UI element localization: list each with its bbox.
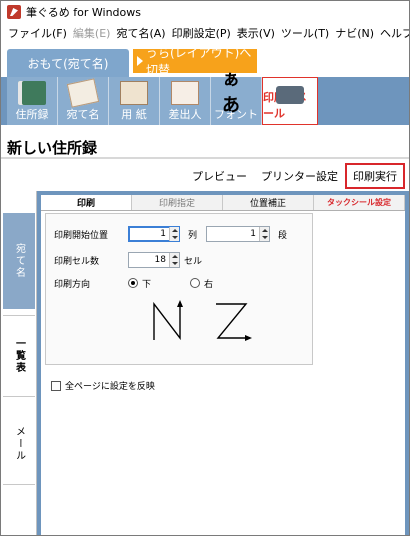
triangle-right-icon <box>137 56 143 66</box>
spin-up-icon[interactable] <box>170 227 179 234</box>
toolbar-sender-button[interactable]: 差出人 <box>160 77 211 125</box>
toolbar-paper-button[interactable]: 用 紙 <box>109 77 160 125</box>
cell-count-spin <box>169 253 179 267</box>
print-panel: 印刷 印刷指定 位置補正 タックシール設定 印刷開始位置 1 列 1 段 印刷セ… <box>37 191 409 535</box>
cell-count-label: 印刷セル数 <box>54 257 100 267</box>
start-position-label: 印刷開始位置 <box>54 231 109 241</box>
menu-tools[interactable]: ツール(T) <box>278 25 332 41</box>
tab-print-spec[interactable]: 印刷指定 <box>132 195 223 210</box>
right-direction-diagram <box>216 303 252 341</box>
side-tab-mail[interactable]: メール <box>3 403 35 485</box>
printer-settings-button[interactable]: プリンター設定 <box>254 165 345 187</box>
tab-tack-seal-settings[interactable]: タックシール設定 <box>314 195 405 210</box>
direction-down-label: 下 <box>142 280 152 290</box>
side-tab-list[interactable]: 一覧表 <box>3 315 35 397</box>
main-toolbar: 住所録 宛て名 用 紙 差出人 ぁあ フォント 印刷・メール <box>1 69 409 125</box>
apply-all-pages-label: 全ページに設定を反映 <box>65 382 155 392</box>
address-card-icon <box>66 78 100 108</box>
column-unit-label: 段 <box>278 231 288 241</box>
app-logo-icon <box>7 5 21 19</box>
menu-print-settings[interactable]: 印刷設定(P) <box>169 25 234 41</box>
cell-count-unit: セル <box>184 257 203 267</box>
toolbar-label: 用 紙 <box>121 108 147 121</box>
start-column-spin <box>259 227 269 241</box>
print-settings-group: 印刷開始位置 1 列 1 段 印刷セル数 18 セル 印刷方向 下 右 <box>45 213 313 365</box>
menu-edit[interactable]: 編集(E) <box>70 25 114 41</box>
font-icon: ぁあ <box>222 69 240 116</box>
address-book-icon <box>18 81 46 105</box>
side-tabs: 宛て名 一覧表 メール <box>1 191 37 535</box>
row-unit-label: 列 <box>188 231 198 241</box>
tab-position-correction[interactable]: 位置補正 <box>223 195 314 210</box>
menu-address[interactable]: 宛て名(A) <box>113 25 168 41</box>
front-mode-tab[interactable]: おもて(宛て名) <box>7 49 129 77</box>
menu-help[interactable]: ヘルプ(H) <box>377 25 409 41</box>
spin-down-icon[interactable] <box>170 260 179 267</box>
toolbar-label: 宛て名 <box>66 108 100 121</box>
print-execute-button[interactable]: 印刷実行 <box>345 163 405 189</box>
apply-all-pages-checkbox[interactable] <box>51 381 61 391</box>
print-panel-body: 印刷 印刷指定 位置補正 タックシール設定 印刷開始位置 1 列 1 段 印刷セ… <box>41 195 405 535</box>
spin-down-icon[interactable] <box>260 234 269 241</box>
divider <box>1 157 409 159</box>
sender-icon <box>171 81 199 105</box>
preview-button[interactable]: プレビュー <box>185 165 254 187</box>
menu-file[interactable]: ファイル(F) <box>5 25 70 41</box>
app-window: 筆ぐるめ for Windows ファイル(F) 編集(E) 宛て名(A) 印刷… <box>0 0 410 536</box>
toolbar-label: 差出人 <box>168 108 202 121</box>
side-tab-address[interactable]: 宛て名 <box>3 213 35 309</box>
menu-bar: ファイル(F) 編集(E) 宛て名(A) 印刷設定(P) 表示(V) ツール(T… <box>1 23 409 43</box>
toolbar-address-book-button[interactable]: 住所録 <box>7 77 58 125</box>
start-column-stepper[interactable]: 1 <box>206 226 270 242</box>
menu-view[interactable]: 表示(V) <box>234 25 278 41</box>
dialog-tabs: 印刷 印刷指定 位置補正 タックシール設定 <box>41 195 405 211</box>
cell-count-value: 18 <box>154 255 166 265</box>
toolbar-font-button[interactable]: ぁあ フォント <box>211 69 262 125</box>
page-title: 新しい住所録 <box>7 139 98 157</box>
mode-bar: おもて(宛て名) うら(レイアウト)へ切替 <box>1 43 409 77</box>
toolbar-address-button[interactable]: 宛て名 <box>58 77 109 125</box>
start-column-value: 1 <box>250 229 256 239</box>
start-row-value: 1 <box>160 229 166 239</box>
tab-print[interactable]: 印刷 <box>41 195 132 210</box>
direction-right-label: 右 <box>204 280 214 290</box>
down-direction-diagram <box>153 300 183 341</box>
title-bar: 筆ぐるめ for Windows <box>1 1 409 23</box>
paper-icon <box>120 81 148 105</box>
spin-down-icon[interactable] <box>170 234 179 241</box>
menu-navi[interactable]: ナビ(N) <box>332 25 377 41</box>
direction-right-radio[interactable] <box>190 278 200 288</box>
direction-label: 印刷方向 <box>54 280 91 290</box>
toolbar-print-mail-button[interactable]: 印刷・メール <box>262 77 318 125</box>
spin-up-icon[interactable] <box>170 253 179 260</box>
start-row-spin <box>169 227 179 241</box>
start-row-stepper[interactable]: 1 <box>128 226 180 242</box>
toolbar-label: 住所録 <box>15 108 49 121</box>
printer-icon <box>276 86 304 104</box>
window-title: 筆ぐるめ for Windows <box>26 6 142 19</box>
cell-count-stepper[interactable]: 18 <box>128 252 180 268</box>
direction-down-radio[interactable] <box>128 278 138 288</box>
action-row: プレビュー プリンター設定 印刷実行 <box>185 163 405 189</box>
spin-up-icon[interactable] <box>260 227 269 234</box>
